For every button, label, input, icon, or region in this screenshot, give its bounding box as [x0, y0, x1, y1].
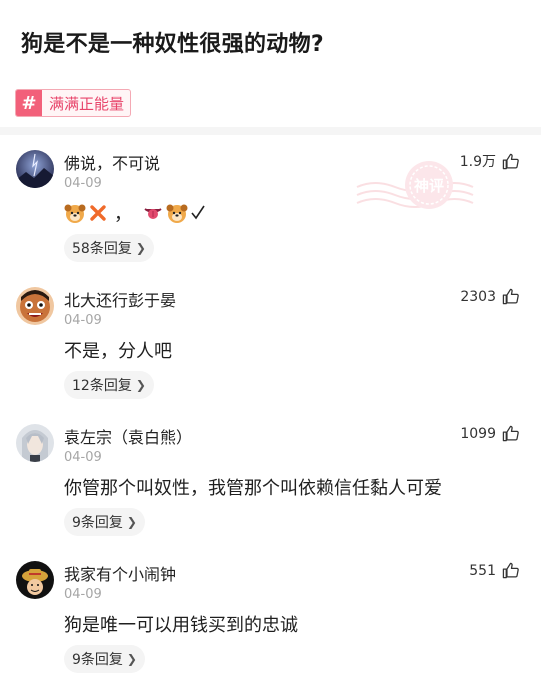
view-replies-button[interactable]: 58条回复 ❯ [64, 234, 154, 262]
view-replies-button[interactable]: 9条回复 ❯ [64, 645, 145, 673]
view-replies-button[interactable]: 9条回复 ❯ [64, 508, 145, 536]
like-count: 551 [469, 562, 496, 579]
view-replies-button[interactable]: 12条回复 ❯ [64, 371, 154, 399]
thumbs-up-icon [502, 153, 519, 169]
like-count: 2303 [460, 288, 496, 305]
topic-label: 满满正能量 [49, 94, 125, 113]
reply-count: 9条回复 [72, 515, 123, 531]
username[interactable]: 我家有个小闹钟 [64, 561, 176, 585]
like-button[interactable]: 2303 [460, 288, 519, 305]
section-divider [0, 127, 541, 135]
reply-count: 9条回复 [72, 652, 123, 668]
chevron-right-icon: ❯ [135, 378, 146, 392]
chevron-right-icon: ❯ [135, 241, 146, 255]
avatar[interactable] [16, 424, 54, 462]
like-count: 1.9万 [459, 154, 496, 170]
comment-body: ， [64, 200, 206, 226]
thumbs-up-icon [502, 288, 519, 305]
comment-item: 佛说，不可说 04-09 1.9万 ， 58条回复 ❯ [0, 150, 541, 270]
avatar[interactable] [16, 287, 54, 325]
question-title: 狗是不是一种奴性很强的动物? [21, 32, 324, 57]
thumbs-up-icon [502, 425, 519, 442]
check-mark [191, 205, 205, 220]
like-button[interactable]: 1.9万 [460, 151, 519, 171]
comment-date: 04-09 [64, 587, 102, 602]
chevron-right-icon: ❯ [126, 515, 137, 529]
topic-tag[interactable]: # 满满正能量 [15, 89, 132, 117]
question-header: 狗是不是一种奴性很强的动物? [0, 0, 541, 80]
username[interactable]: 佛说，不可说 [64, 150, 160, 174]
like-button[interactable]: 551 [469, 562, 519, 579]
reply-count: 12条回复 [72, 378, 132, 394]
thumbs-up-icon [502, 562, 519, 579]
comment-text: 不是，分人吧 [64, 341, 172, 362]
avatar[interactable] [16, 561, 54, 599]
hash-icon: # [16, 90, 42, 116]
like-button[interactable]: 1099 [460, 425, 519, 442]
comment-date: 04-09 [64, 450, 102, 465]
chevron-right-icon: ❯ [126, 652, 137, 666]
comment-date: 04-09 [64, 176, 102, 191]
username[interactable]: 袁左宗（袁白熊） [64, 424, 192, 448]
avatar[interactable] [16, 150, 54, 188]
comment-item: 我家有个小闹钟 04-09 551 狗是唯一可以用钱买到的忠诚 9条回复 ❯ [0, 561, 541, 676]
reply-count: 58条回复 [72, 241, 132, 257]
comment-item: 北大还行彭于晏 04-09 2303 不是，分人吧 12条回复 ❯ [0, 287, 541, 407]
cross-mark-emoji [90, 205, 106, 221]
comment-date: 04-09 [64, 313, 102, 328]
dog-face-emoji [64, 204, 86, 223]
like-count: 1099 [460, 425, 496, 442]
dog-face-emoji [166, 204, 188, 223]
tongue-emoji [144, 208, 162, 219]
username[interactable]: 北大还行彭于晏 [64, 287, 176, 311]
comment-text: ， [114, 204, 132, 225]
comment-item: 袁左宗（袁白熊） 04-09 1099 你管那个叫奴性，我管那个叫依赖信任黏人可… [0, 424, 541, 544]
comment-text: 狗是唯一可以用钱买到的忠诚 [64, 615, 298, 636]
comment-text: 你管那个叫奴性，我管那个叫依赖信任黏人可爱 [64, 478, 442, 499]
